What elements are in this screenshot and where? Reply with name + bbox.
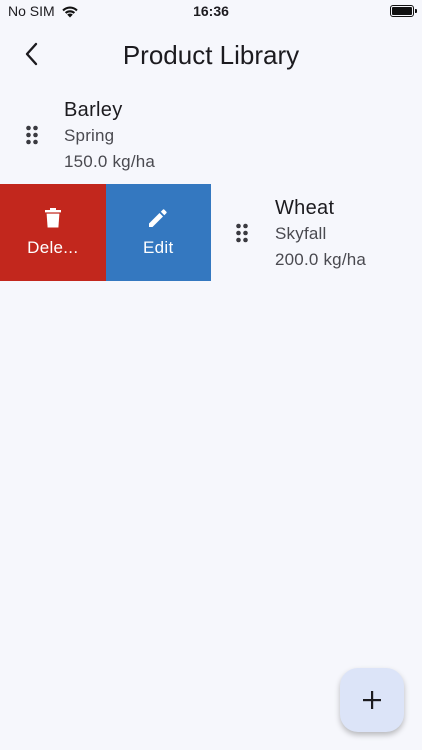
trash-icon bbox=[44, 207, 61, 227]
product-name: Wheat bbox=[275, 197, 335, 219]
plus-icon bbox=[363, 691, 381, 709]
list-item[interactable]: Barley Spring 150.0 kg/ha bbox=[0, 86, 422, 184]
product-variety: Spring bbox=[64, 126, 115, 145]
add-product-button[interactable] bbox=[340, 668, 404, 732]
product-name: Barley bbox=[64, 99, 123, 121]
delete-button[interactable]: Dele... bbox=[0, 184, 106, 281]
list-item[interactable]: Dele... Edit Wheat Skyfall 200.0 kg/ha bbox=[0, 184, 422, 282]
edit-button[interactable]: Edit bbox=[105, 184, 211, 281]
edit-label: Edit bbox=[143, 237, 174, 257]
status-time: 16:36 bbox=[193, 3, 229, 19]
drag-handle-icon[interactable] bbox=[22, 123, 42, 147]
status-bar: No SIM 16:36 bbox=[0, 0, 422, 24]
delete-label: Dele... bbox=[27, 237, 79, 257]
drag-handle-icon[interactable] bbox=[232, 221, 252, 245]
product-rate: 150.0 kg/ha bbox=[64, 152, 156, 171]
slide-actions: Dele... Edit bbox=[0, 184, 211, 281]
item-text: Barley Spring 150.0 kg/ha bbox=[64, 97, 155, 175]
product-rate: 200.0 kg/ha bbox=[275, 250, 367, 269]
page-title: Product Library bbox=[122, 40, 300, 70]
screen: No SIM 16:36 Product Library Barley Spri… bbox=[0, 0, 422, 750]
pencil-icon bbox=[149, 208, 167, 227]
product-variety: Skyfall bbox=[275, 224, 327, 243]
item-text: Wheat Skyfall 200.0 kg/ha bbox=[275, 195, 366, 273]
app-bar: Product Library bbox=[0, 28, 422, 80]
battery-icon bbox=[390, 5, 417, 17]
